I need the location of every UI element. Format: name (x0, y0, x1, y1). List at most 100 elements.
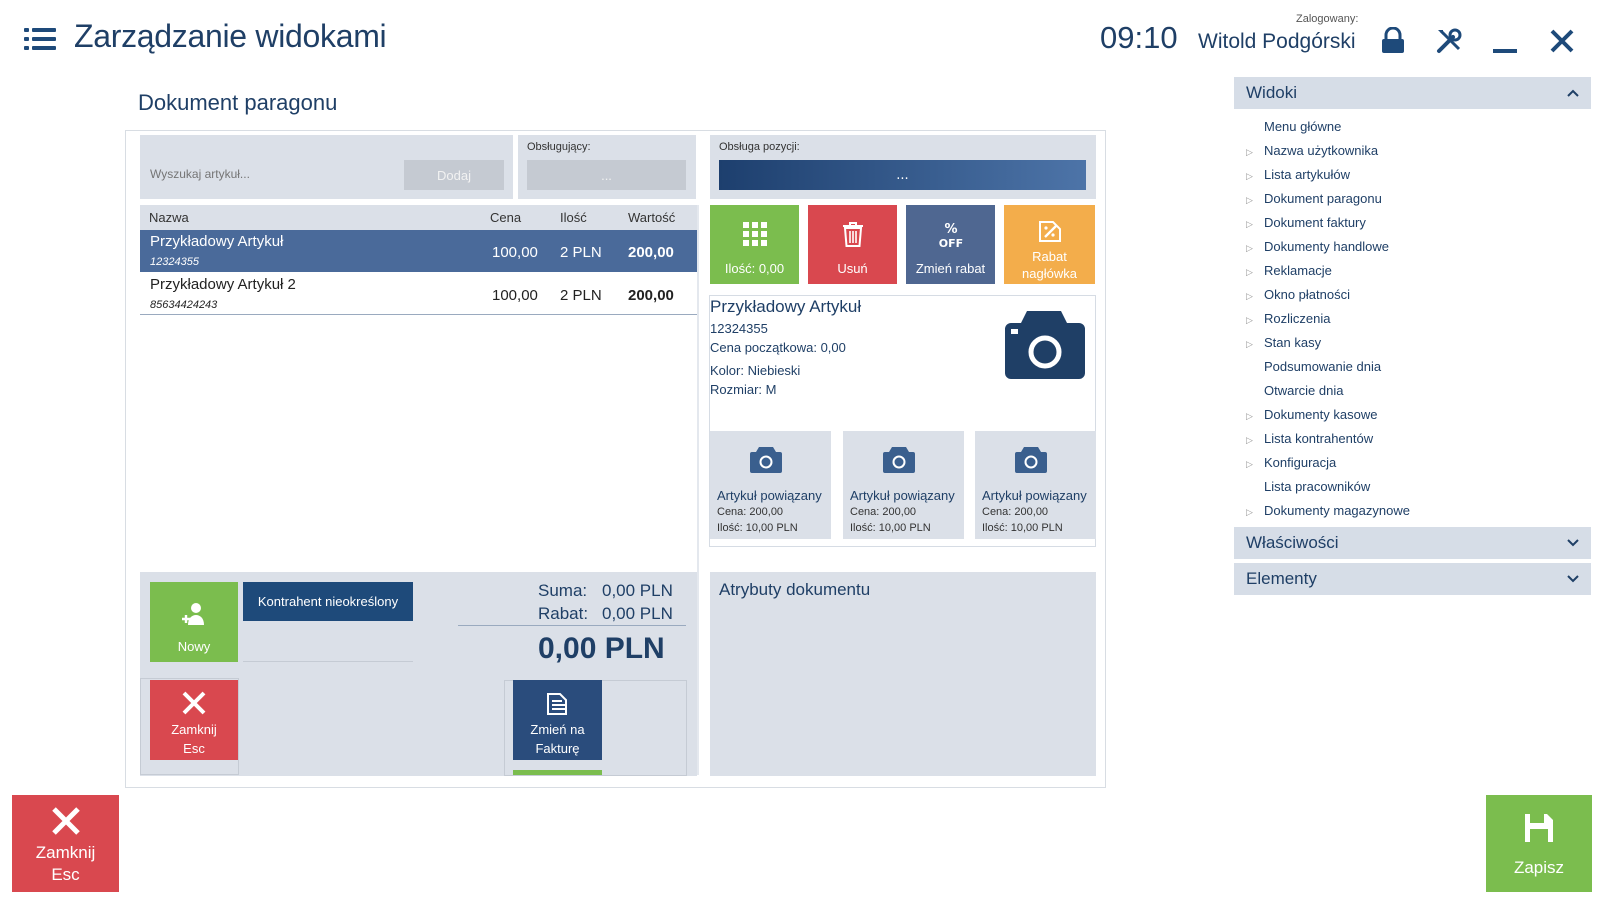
close-document-tile[interactable]: Zamknij Esc (150, 680, 238, 760)
views-tree-item[interactable]: Menu główne (1246, 117, 1341, 137)
search-input[interactable] (150, 162, 400, 186)
table-row[interactable]: Przykładowy Artykuł 2 85634424243 100,00… (140, 273, 697, 315)
views-tree-item[interactable]: ▷ Dokument faktury (1246, 213, 1366, 233)
expand-arrow-icon: ▷ (1246, 411, 1253, 421)
article-code: 12324355 (710, 321, 768, 336)
views-tree-item-label: Dokument faktury (1264, 215, 1366, 230)
views-tree-item-label: Dokument paragonu (1264, 191, 1382, 206)
views-tree-item-label: Nazwa użytkownika (1264, 143, 1379, 158)
views-tree-item[interactable]: ▷ Dokumenty kasowe (1246, 405, 1377, 425)
item-handling-select[interactable]: ... (719, 160, 1086, 190)
delete-label: Usuń (837, 261, 868, 276)
user-name[interactable]: Witold Podgórski (1198, 30, 1356, 54)
expand-arrow-icon: ▷ (1246, 147, 1253, 157)
properties-title: Właściwości (1246, 533, 1339, 552)
quantity-tile[interactable]: Ilość: 0,00 (710, 205, 799, 284)
row-code: 12324355 (150, 256, 199, 268)
trash-icon (842, 222, 863, 247)
add-user-icon (182, 603, 204, 625)
views-tree-item[interactable]: ▷ Lista artykułów (1246, 165, 1350, 185)
expand-arrow-icon: ▷ (1246, 291, 1253, 301)
menu-icon[interactable] (24, 28, 56, 54)
close-label: Zamknij (171, 722, 217, 737)
sum-label: Suma: (538, 581, 588, 600)
related-price: Cena: 200,00 (850, 506, 917, 518)
chevron-down-icon (1567, 539, 1579, 547)
discount-label: Rabat: (538, 604, 589, 623)
related-title: Artykuł powiązany (850, 488, 955, 503)
views-tree-item[interactable]: Otwarcie dnia (1246, 381, 1343, 401)
percent-off-icon: %OFF (938, 222, 962, 249)
save-button[interactable]: Zapisz (1486, 795, 1592, 892)
views-tree-item[interactable]: Lista pracowników (1246, 477, 1370, 497)
views-tree-item[interactable]: ▷ Stan kasy (1246, 333, 1321, 353)
views-tree-item-label: Podsumowanie dnia (1264, 359, 1382, 374)
svg-text:%: % (944, 222, 957, 237)
document-attributes-panel (710, 572, 1096, 776)
close-icon[interactable] (1545, 24, 1579, 58)
camera-icon (750, 447, 782, 473)
views-tree-item-label: Stan kasy (1264, 335, 1322, 350)
header-discount-label: Rabat nagłówka (1022, 249, 1077, 281)
sum-value: 0,00 PLN (602, 581, 673, 600)
add-button[interactable]: Dodaj (404, 160, 504, 190)
svg-text:OFF: OFF (938, 237, 962, 249)
views-tree-item[interactable]: ▷ Konfiguracja (1246, 453, 1336, 473)
change-discount-label: Zmień rabat (915, 261, 986, 276)
row-code: 85634424243 (150, 299, 218, 311)
views-tree-item-label: Otwarcie dnia (1264, 383, 1344, 398)
related-price: Cena: 200,00 (982, 506, 1049, 518)
change-to-invoice-tile[interactable]: Zmień na Fakturę (513, 680, 602, 760)
views-tree-item[interactable]: ▷ Dokument paragonu (1246, 189, 1382, 209)
save-icon (1525, 814, 1553, 842)
views-tree-item-label: Lista kontrahentów (1264, 431, 1374, 446)
top-bar: Zarządzanie widokami 09:10 Zalogowany: W… (0, 0, 1600, 80)
elements-title: Elementy (1246, 569, 1317, 588)
views-tree-item-label: Lista pracowników (1264, 479, 1371, 494)
expand-arrow-icon: ▷ (1246, 339, 1253, 349)
related-article-card[interactable]: Artykuł powiązany Cena: 200,00 Ilość: 10… (975, 431, 1096, 539)
views-tree-item[interactable]: ▷ Dokumenty magazynowe (1246, 501, 1410, 521)
camera-icon (1015, 447, 1047, 473)
views-tree-item[interactable]: ▷ Okno płatności (1246, 285, 1350, 305)
edit-discount-icon (1038, 221, 1061, 242)
related-qty: Ilość: 10,00 PLN (850, 522, 931, 534)
views-tree-item[interactable]: ▷ Reklamacje (1246, 261, 1332, 281)
views-tree-item[interactable]: ▷ Dokumenty handlowe (1246, 237, 1389, 257)
close-shortcut: Esc (183, 741, 205, 756)
chevron-down-icon (1567, 575, 1579, 583)
article-name: Przykładowy Artykuł (710, 297, 862, 316)
related-article-card[interactable]: Artykuł powiązany Cena: 200,00 Ilość: 10… (843, 431, 964, 539)
contractor-button[interactable]: Kontrahent nieokreślony (243, 582, 413, 621)
row-qty: 2 PLN (560, 287, 602, 304)
camera-icon (1005, 311, 1085, 379)
close-icon (51, 807, 80, 835)
related-article-card[interactable]: Artykuł powiązany Cena: 200,00 Ilość: 10… (710, 431, 831, 539)
views-tree-item-label: Menu główne (1264, 119, 1342, 134)
close-window-shortcut: Esc (51, 865, 80, 884)
row-qty: 2 PLN (560, 244, 602, 261)
grid-icon (742, 222, 767, 246)
views-tree-item-label: Reklamacje (1264, 263, 1332, 278)
minimize-icon[interactable] (1488, 24, 1522, 58)
lock-icon[interactable] (1376, 24, 1410, 58)
table-row-selected[interactable]: Przykładowy Artykuł 12324355 100,00 2 PL… (140, 230, 697, 272)
views-tree-item[interactable]: ▷ Lista kontrahentów (1246, 429, 1373, 449)
views-title: Widoki (1246, 83, 1298, 102)
views-accordion-header[interactable]: Widoki (1234, 77, 1591, 109)
views-tree-item[interactable]: ▷ Rozliczenia (1246, 309, 1330, 329)
close-icon (182, 691, 206, 715)
logged-in-label: Zalogowany: (1296, 13, 1359, 25)
elements-accordion-header[interactable]: Elementy (1234, 563, 1591, 595)
delete-tile[interactable]: Usuń (808, 205, 897, 284)
views-tree-item[interactable]: ▷ Nazwa użytkownika (1246, 141, 1378, 161)
tools-icon[interactable] (1432, 24, 1466, 58)
cashier-select[interactable]: ... (527, 160, 686, 190)
header-discount-tile[interactable]: Rabat nagłówka (1004, 205, 1095, 284)
properties-accordion-header[interactable]: Właściwości (1234, 527, 1591, 559)
change-discount-tile[interactable]: % OFF Zmień rabat (906, 205, 995, 284)
new-contractor-tile[interactable]: Nowy (150, 582, 238, 662)
related-qty: Ilość: 10,00 PLN (982, 522, 1063, 534)
views-tree-item[interactable]: Podsumowanie dnia (1246, 357, 1381, 377)
close-window-button[interactable]: Zamknij Esc (12, 795, 119, 892)
